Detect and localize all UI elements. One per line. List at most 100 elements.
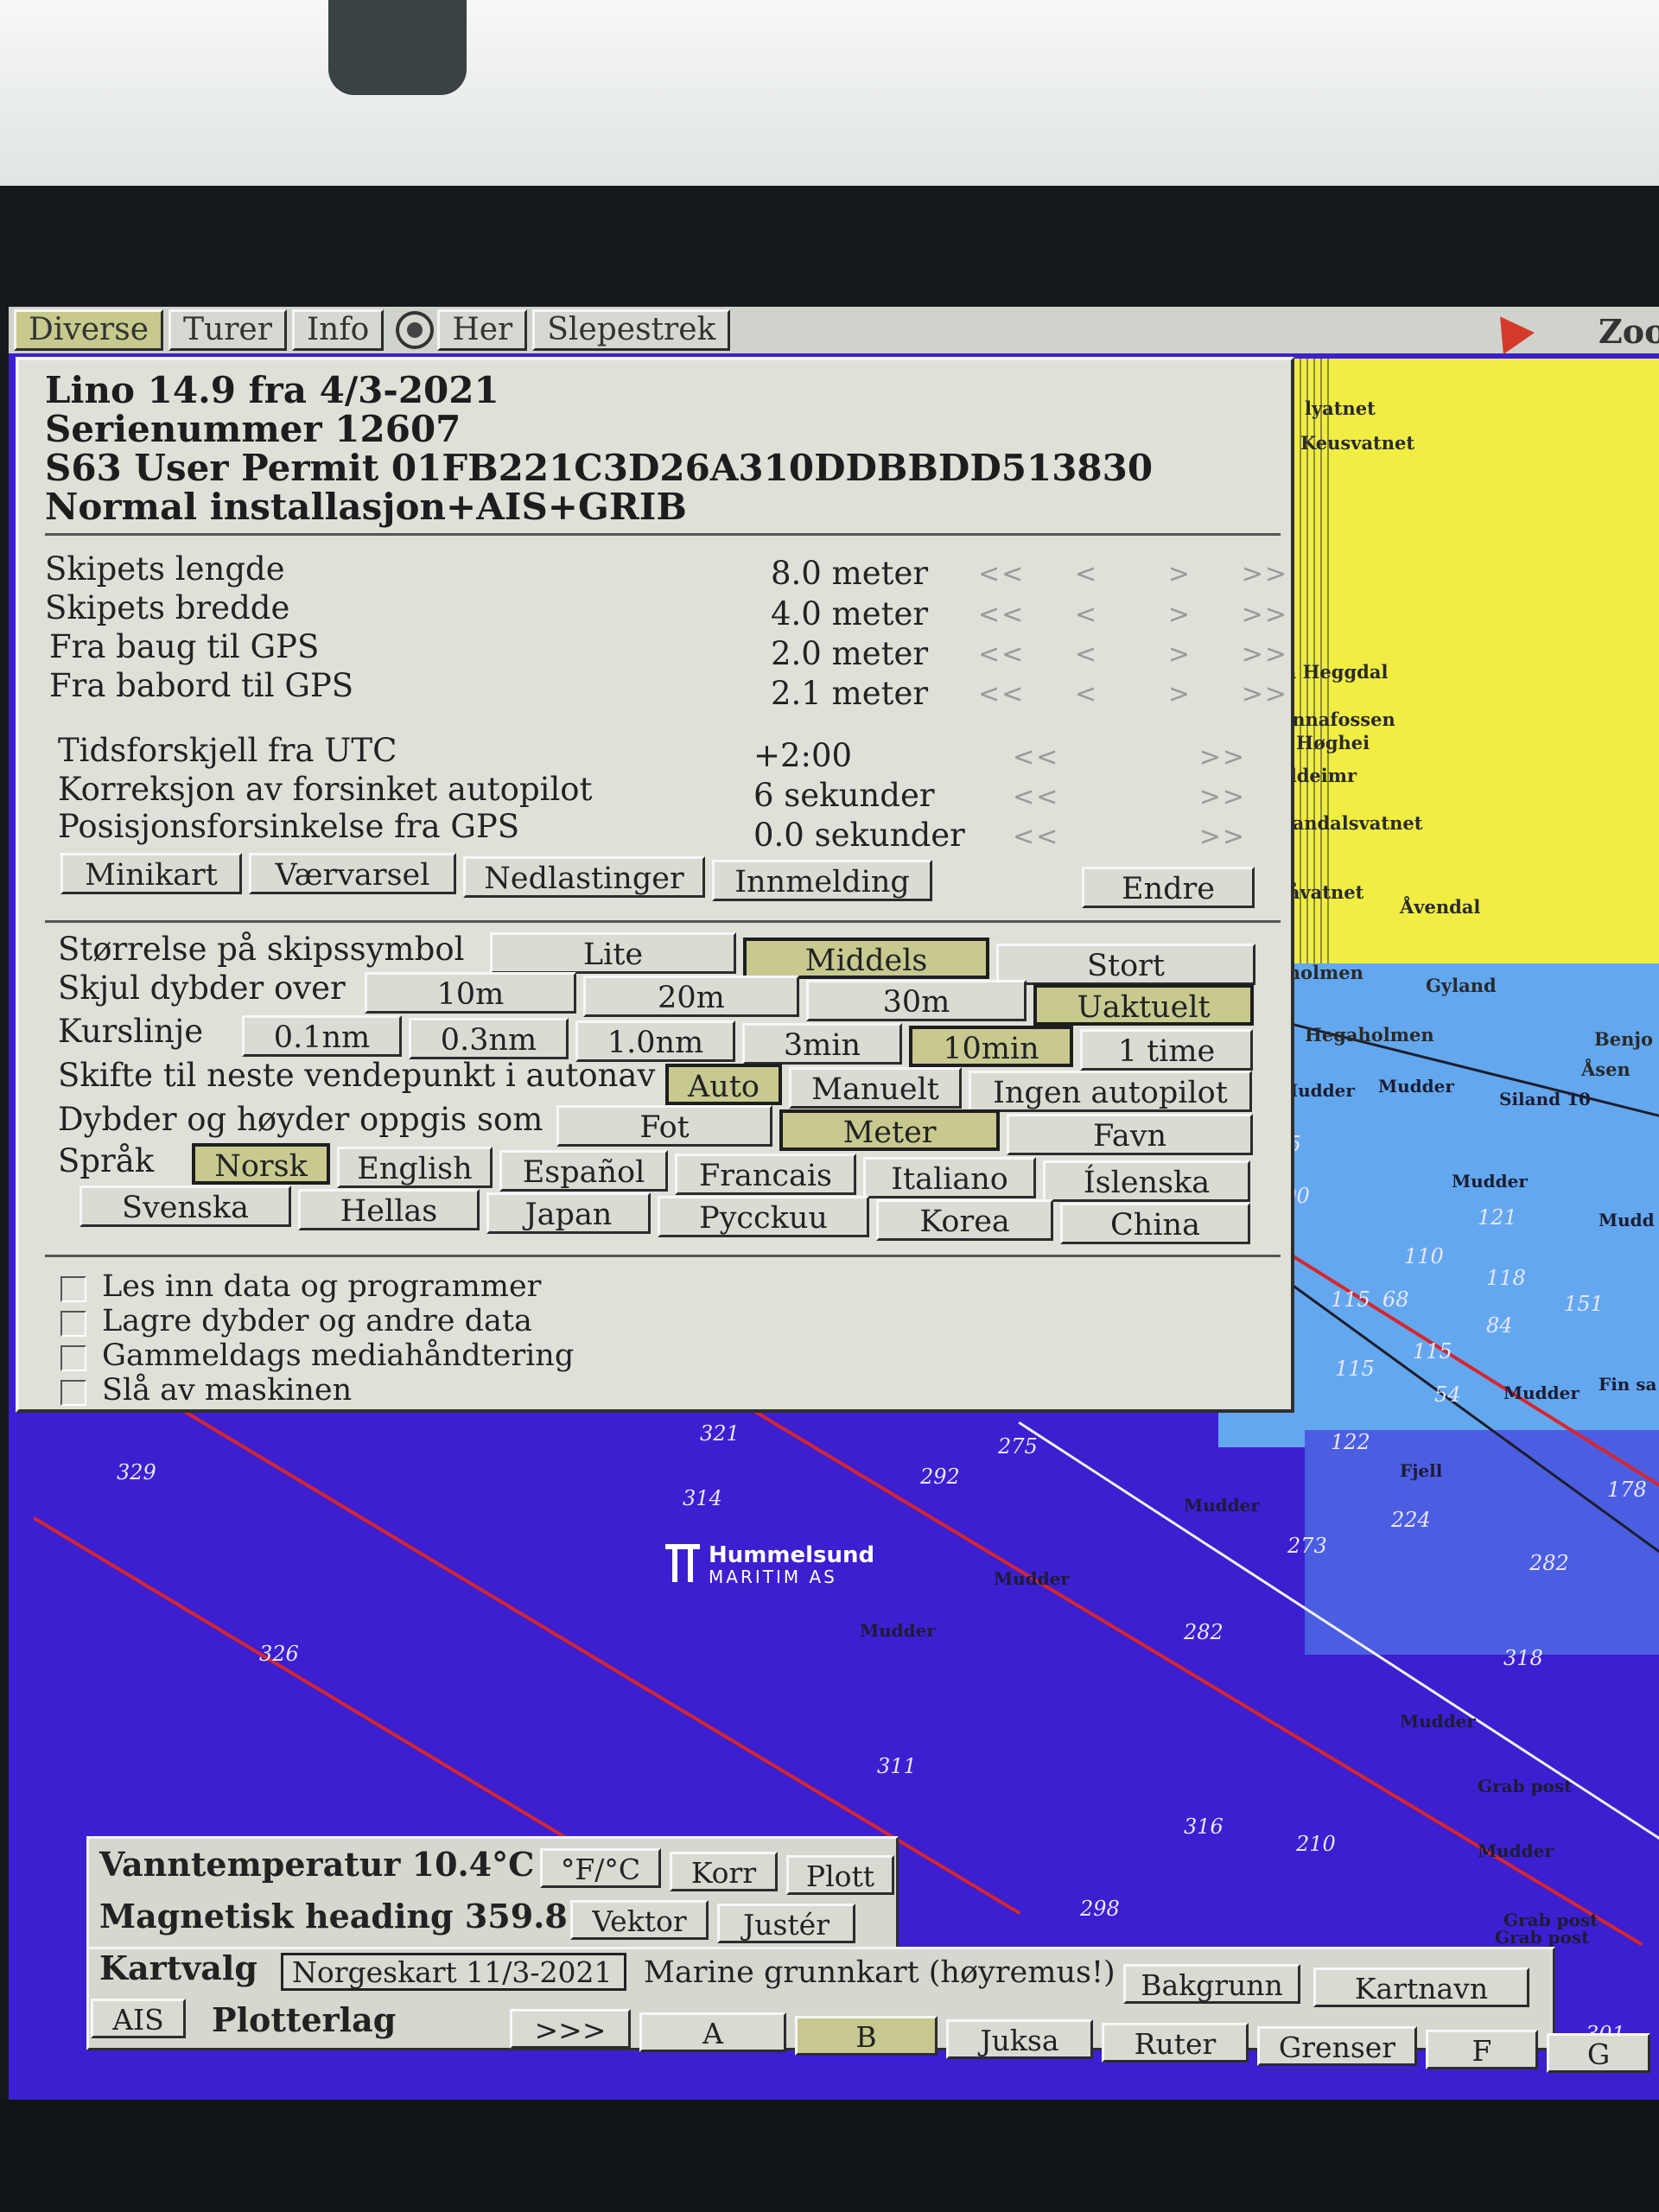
lang-japan-button[interactable]: Japan <box>486 1192 651 1234</box>
gps-delay-value: 0.0 sekunder <box>753 817 965 854</box>
lang-espanol-button[interactable]: Español <box>499 1150 668 1192</box>
menu-info[interactable]: Info <box>291 309 385 351</box>
decrease-fast-button[interactable]: << <box>978 679 1025 709</box>
utc-offset-value: +2:00 <box>753 737 853 774</box>
depth-label: 292 <box>920 1465 960 1489</box>
watermark-sub: MARITIM AS <box>709 1567 837 1587</box>
background-button[interactable]: Bakgrunn <box>1123 1964 1300 2004</box>
decrease-button[interactable]: < <box>1075 679 1098 709</box>
depth-label: Mudder <box>860 1620 936 1641</box>
hide-10m-button[interactable]: 10m <box>365 972 576 1014</box>
increase-button[interactable]: >> <box>1199 742 1246 772</box>
lang-norsk-button[interactable]: Norsk <box>192 1143 330 1185</box>
waypoint-auto-button[interactable]: Auto <box>665 1064 782 1105</box>
increase-button[interactable]: >> <box>1199 782 1246 812</box>
course-3min-button[interactable]: 3min <box>742 1023 902 1065</box>
bow-gps-value: 2.0 meter <box>771 635 929 672</box>
menu-slepestrek[interactable]: Slepestrek <box>532 309 731 351</box>
lang-english-button[interactable]: English <box>337 1147 493 1188</box>
layer-more-button[interactable]: >>> <box>510 2009 631 2049</box>
chart-select-field[interactable]: Norgeskart 11/3-2021 <box>281 1953 626 1991</box>
lang-russian-button[interactable]: Pycckuu <box>658 1196 869 1237</box>
read-data-checkbox[interactable] <box>60 1276 86 1302</box>
juster-button[interactable]: Justér <box>717 1904 855 1943</box>
lang-china-button[interactable]: China <box>1060 1203 1250 1244</box>
waypoint-no-autopilot-button[interactable]: Ingen autopilot <box>969 1071 1252 1112</box>
increase-button[interactable]: > <box>1168 559 1192 589</box>
decrease-button[interactable]: < <box>1075 639 1098 670</box>
units-fathom-button[interactable]: Favn <box>1007 1114 1253 1155</box>
depth-label: Mudd <box>1599 1210 1655 1230</box>
decrease-button[interactable]: < <box>1075 600 1098 630</box>
course-1nm-button[interactable]: 1.0nm <box>575 1020 735 1062</box>
target-icon[interactable] <box>396 311 435 349</box>
decrease-fast-button[interactable]: << <box>978 639 1025 670</box>
course-03nm-button[interactable]: 0.3nm <box>409 1018 569 1059</box>
decrease-button[interactable]: << <box>1013 742 1059 772</box>
menu-diverse[interactable]: Diverse <box>14 309 164 351</box>
hide-30m-button[interactable]: 30m <box>806 980 1027 1021</box>
chart-name-button[interactable]: Kartnavn <box>1313 1967 1529 2007</box>
increase-fast-button[interactable]: >> <box>1242 600 1288 630</box>
weather-button[interactable]: Værvarsel <box>249 853 456 894</box>
lang-francais-button[interactable]: Francais <box>675 1154 856 1195</box>
layer-ruter-button[interactable]: Ruter <box>1102 2023 1249 2063</box>
units-feet-button[interactable]: Fot <box>556 1105 772 1147</box>
korr-button[interactable]: Korr <box>670 1852 778 1891</box>
lang-svenska-button[interactable]: Svenska <box>79 1185 291 1227</box>
temp-unit-button[interactable]: °F/°C <box>540 1848 661 1888</box>
course-10min-button[interactable]: 10min <box>909 1026 1073 1067</box>
symbol-medium-button[interactable]: Middels <box>743 938 989 979</box>
monitor-bottom-bezel <box>0 2100 1659 2212</box>
minikart-button[interactable]: Minikart <box>60 853 242 894</box>
increase-fast-button[interactable]: >> <box>1242 679 1288 709</box>
ship-length-value: 8.0 meter <box>771 555 929 592</box>
layer-juksa-button[interactable]: Juksa <box>946 2019 1093 2059</box>
course-1hour-button[interactable]: 1 time <box>1080 1029 1253 1071</box>
save-data-checkbox[interactable] <box>60 1311 86 1337</box>
increase-button[interactable]: > <box>1168 639 1192 670</box>
marine-chart-text[interactable]: Marine grunnkart (høyremus!) <box>644 1955 1116 1990</box>
lang-italiano-button[interactable]: Italiano <box>863 1157 1036 1198</box>
decrease-button[interactable]: << <box>1013 822 1059 852</box>
increase-button[interactable]: > <box>1168 600 1192 630</box>
decrease-fast-button[interactable]: << <box>978 600 1025 630</box>
increase-button[interactable]: > <box>1168 679 1192 709</box>
layer-grenser-button[interactable]: Grenser <box>1257 2026 1417 2066</box>
lang-islenska-button[interactable]: Íslenska <box>1043 1160 1250 1202</box>
vektor-button[interactable]: Vektor <box>570 1900 709 1940</box>
port-gps-label: Fra babord til GPS <box>49 667 354 704</box>
menu-zoom[interactable]: Zoo <box>1599 312 1659 351</box>
layer-g-button[interactable]: G <box>1547 2033 1650 2073</box>
symbol-large-button[interactable]: Stort <box>996 944 1255 985</box>
endre-button[interactable]: Endre <box>1082 867 1255 908</box>
menu-her[interactable]: Her <box>437 309 528 351</box>
increase-button[interactable]: >> <box>1199 822 1246 852</box>
menu-turer[interactable]: Turer <box>168 309 287 351</box>
increase-fast-button[interactable]: >> <box>1242 639 1288 670</box>
ship-length-arrows: << < > >> <box>978 559 1288 589</box>
shutdown-checkbox[interactable] <box>60 1380 86 1406</box>
increase-fast-button[interactable]: >> <box>1242 559 1288 589</box>
layer-a-button[interactable]: A <box>639 2012 786 2052</box>
lang-korea-button[interactable]: Korea <box>876 1199 1053 1241</box>
decrease-button[interactable]: < <box>1075 559 1098 589</box>
lang-hellas-button[interactable]: Hellas <box>298 1189 480 1230</box>
legacy-media-checkbox[interactable] <box>60 1345 86 1371</box>
waypoint-manual-button[interactable]: Manuelt <box>789 1067 962 1109</box>
course-01nm-button[interactable]: 0.1nm <box>242 1015 402 1057</box>
units-meter-button[interactable]: Meter <box>779 1109 1000 1151</box>
hide-20m-button[interactable]: 20m <box>583 976 799 1017</box>
decrease-fast-button[interactable]: << <box>978 559 1025 589</box>
depth-label: 115 <box>1331 1287 1370 1312</box>
plotter-screen: lyatnet Keusvatnet n Heggdal unnafossen … <box>9 307 1659 2100</box>
hide-none-button[interactable]: Uaktuelt <box>1033 984 1254 1026</box>
registration-button[interactable]: Innmelding <box>712 860 932 901</box>
layer-f-button[interactable]: F <box>1426 2030 1538 2069</box>
downloads-button[interactable]: Nedlastinger <box>463 856 705 898</box>
symbol-small-button[interactable]: Lite <box>490 932 736 974</box>
plott-button[interactable]: Plott <box>786 1855 894 1895</box>
ais-button[interactable]: AIS <box>91 1999 186 2038</box>
decrease-button[interactable]: << <box>1013 782 1059 812</box>
layer-b-button[interactable]: B <box>795 2016 938 2056</box>
